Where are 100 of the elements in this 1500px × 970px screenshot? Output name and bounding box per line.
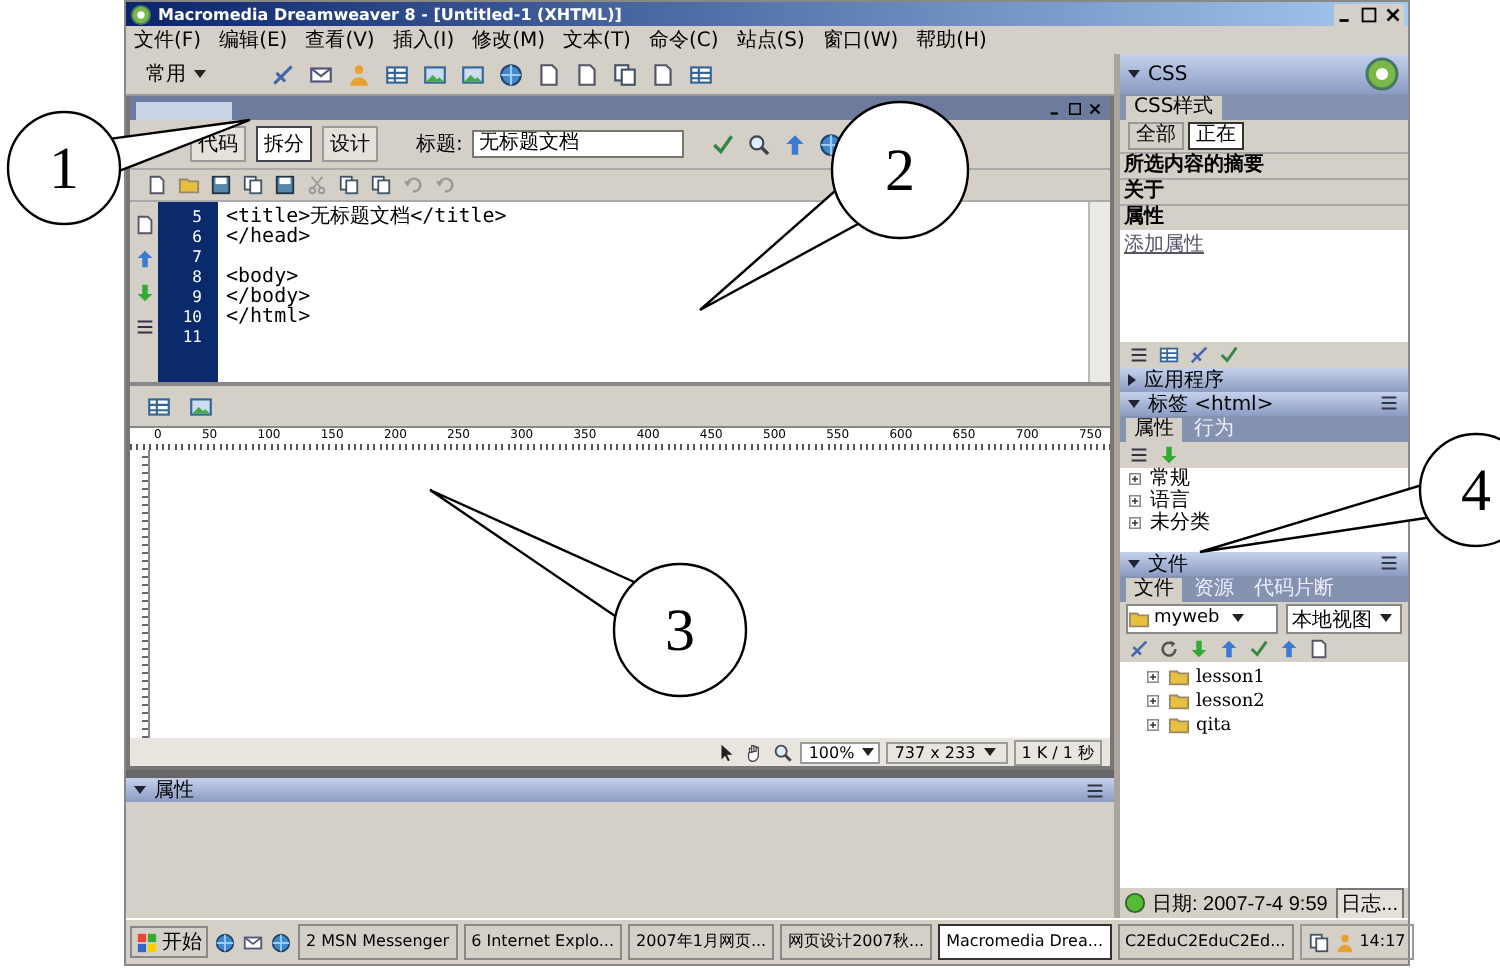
expand-icon[interactable] (1126, 491, 1144, 510)
line-number: 6 (190, 228, 204, 248)
folder-name[interactable]: lesson2 (1196, 691, 1265, 712)
taskbar-button[interactable]: 网页设计2007秋... (780, 924, 933, 960)
taskbar-button[interactable]: 6 Internet Explo... (463, 924, 623, 960)
menu-item[interactable]: 窗口(W) (822, 26, 899, 54)
menu-item[interactable]: 站点(S) (736, 26, 805, 54)
start-button[interactable]: 开始 (130, 926, 208, 958)
expand-icon[interactable] (1126, 469, 1144, 488)
image-icon[interactable] (422, 61, 448, 87)
scrollbar[interactable] (1088, 202, 1110, 382)
folder-name[interactable]: lesson1 (1196, 667, 1265, 688)
check-icon[interactable] (710, 131, 737, 157)
envelope-icon[interactable] (242, 931, 264, 953)
taskbar-button[interactable]: Macromedia Drea... (938, 924, 1111, 960)
app-logo-icon (130, 3, 152, 25)
check-icon[interactable] (1248, 637, 1270, 660)
menu-item[interactable]: 命令(C) (648, 26, 719, 54)
search-icon[interactable] (746, 131, 773, 157)
panel-tab[interactable]: 文件 (1126, 577, 1182, 602)
copy-icon[interactable] (612, 61, 638, 87)
up-arrow-icon[interactable] (782, 131, 809, 157)
panel-title[interactable]: CSS (1148, 63, 1188, 85)
view-button[interactable]: 拆分 (256, 126, 312, 162)
document-icon[interactable] (536, 61, 562, 87)
table-icon[interactable] (1158, 343, 1180, 366)
panel-tab[interactable]: CSS样式 (1126, 96, 1222, 120)
menu-item[interactable]: 文件(F) (134, 26, 202, 54)
folder-name[interactable]: qita (1196, 715, 1232, 736)
table-icon[interactable] (384, 61, 410, 87)
expand-icon[interactable] (1144, 716, 1162, 735)
menu-item[interactable]: 文本(T) (563, 26, 631, 54)
table-icon[interactable] (688, 61, 714, 87)
zoom-dropdown[interactable]: 100% (800, 741, 881, 763)
globe-icon[interactable] (214, 931, 236, 953)
log-button[interactable]: 日志... (1335, 887, 1404, 919)
menu-item[interactable]: 修改(M) (472, 26, 546, 54)
taskbar-button[interactable]: C2EduC2EduC2Ed... (1117, 924, 1294, 960)
view-button[interactable]: 设计 (322, 126, 378, 162)
menu-item[interactable]: 插入(I) (392, 26, 455, 54)
expand-icon[interactable] (1144, 668, 1162, 687)
menu-item[interactable]: 查看(V) (305, 26, 375, 54)
line-number: 8 (190, 268, 204, 288)
mode-button[interactable]: 正在 (1188, 122, 1244, 150)
copy-icon[interactable] (242, 174, 264, 196)
disclosure-triangle-icon[interactable] (1128, 399, 1140, 408)
mode-button[interactable]: 全部 (1128, 122, 1184, 150)
add-property-link[interactable]: 添加属性 (1120, 234, 1208, 256)
check-icon[interactable] (1218, 343, 1240, 366)
app-logo-icon (1364, 56, 1400, 92)
document-icon[interactable] (650, 61, 676, 87)
refresh-icon[interactable] (1158, 637, 1180, 660)
image-icon[interactable] (460, 61, 486, 87)
copy-icon[interactable] (338, 174, 360, 196)
line-number: 7 (190, 248, 204, 268)
code-line: </body> (226, 286, 311, 308)
view-dropdown[interactable]: 本地视图 (1286, 603, 1402, 634)
copy-icon[interactable] (1307, 931, 1330, 953)
menu-icon[interactable] (1128, 443, 1150, 466)
menu-icon[interactable] (1378, 392, 1400, 415)
panel-title[interactable]: 文件 (1148, 549, 1188, 578)
menu-icon[interactable] (133, 316, 155, 338)
envelope-icon[interactable] (308, 61, 334, 87)
category-label: 未分类 (1150, 509, 1210, 537)
close-icon[interactable] (1382, 3, 1404, 25)
up-arrow-icon[interactable] (1218, 637, 1240, 660)
document-icon[interactable] (133, 214, 155, 236)
document-icon[interactable] (574, 61, 600, 87)
menu-icon[interactable] (1378, 552, 1400, 575)
up-arrow-icon[interactable] (133, 248, 155, 270)
menu-item[interactable]: 帮助(H) (916, 26, 987, 54)
folder-icon (1128, 607, 1150, 630)
document-icon[interactable] (1308, 637, 1330, 660)
menu-icon[interactable] (1128, 343, 1150, 366)
globe-icon[interactable] (270, 931, 292, 953)
panel-title[interactable]: 属性 (154, 776, 194, 804)
taskbar-button[interactable]: 2 MSN Messenger (298, 924, 458, 960)
code-line: </html> (226, 306, 311, 328)
category-dropdown[interactable]: 常用 (146, 60, 210, 88)
up-arrow-icon[interactable] (1278, 637, 1300, 660)
title-field[interactable]: 无标题文档 (472, 130, 685, 158)
expand-icon[interactable] (1144, 692, 1162, 711)
image-icon[interactable] (188, 393, 214, 419)
maximize-icon[interactable] (1358, 3, 1380, 25)
globe-icon[interactable] (498, 61, 524, 87)
site-dropdown[interactable]: myweb (1126, 603, 1278, 634)
menu-icon[interactable] (1084, 779, 1106, 801)
search-icon[interactable] (772, 741, 795, 763)
table-icon[interactable] (146, 393, 172, 419)
copy-icon[interactable] (370, 174, 392, 196)
panel-tab[interactable]: 属性 (1126, 417, 1182, 442)
download-size-text: 1 K / 1 秒 (1013, 739, 1102, 765)
menu-item[interactable]: 编辑(E) (219, 26, 288, 54)
code-line: <body> (226, 266, 299, 288)
line-number: 10 (180, 308, 204, 328)
section-header: 所选内容的摘要 (1120, 152, 1408, 178)
line-number: 5 (190, 208, 204, 228)
expand-icon[interactable] (1126, 513, 1144, 532)
window-size-dropdown[interactable]: 737 x 233 (886, 741, 1008, 763)
taskbar-button[interactable]: 2007年1月网页... (628, 924, 775, 960)
